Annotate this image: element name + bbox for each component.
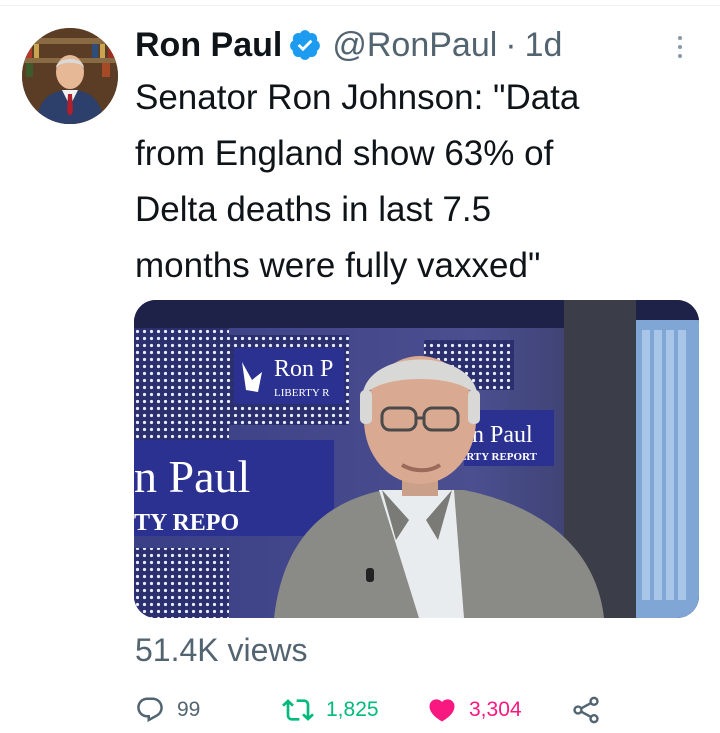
media-video-frame: Ron P LIBERTY R n Paul TY REPO n Paul ER… [134,300,699,618]
logo-subtext-right: ERTY REPORT [459,451,538,463]
retweet-count: 1,825 [326,698,379,721]
tweet-text-line: from England show 63% of [135,134,554,173]
logo-text-large: n Paul [134,451,250,502]
reply-icon [137,697,163,723]
action-bar: 99 1,825 3,304 [0,690,720,730]
like-button[interactable]: 3,304 [427,690,522,730]
timestamp[interactable]: 1d [525,26,563,65]
tweet-media-image[interactable]: Ron P LIBERTY R n Paul TY REPO n Paul ER… [134,300,699,618]
reply-button[interactable]: 99 [135,690,200,730]
logo-text-right: n Paul [472,422,533,448]
reply-count: 99 [177,698,201,721]
more-options-icon[interactable] [668,30,692,66]
display-name[interactable]: Ron Paul [135,26,282,65]
logo-subtext-small: LIBERTY R [274,387,330,399]
retweet-button[interactable]: 1,825 [282,690,379,730]
logo-subtext-large: TY REPO [134,510,239,536]
logo-text-small: Ron P [274,356,333,382]
handle[interactable]: @RonPaul [332,26,497,65]
share-button[interactable] [570,690,602,730]
tweet-text-line: Senator Ron Johnson: "Data [135,78,580,117]
avatar-image [22,28,118,124]
tweet-header: Ron Paul @RonPaul · 1d [135,24,562,66]
retweet-icon [282,699,314,721]
like-count: 3,304 [469,698,522,721]
heart-filled-icon [429,699,455,722]
tweet[interactable]: Ron Paul @RonPaul · 1d Senator Ron Johns… [0,0,720,733]
tweet-text-line: months were fully vaxxed" [135,246,541,285]
avatar[interactable] [22,28,118,124]
tweet-text: Senator Ron Johnson: "Data from England … [135,70,695,294]
share-icon [573,696,599,724]
verified-badge-icon [290,30,321,60]
views-count[interactable]: 51.4K views [135,632,308,669]
tweet-text-line: Delta deaths in last 7.5 [135,190,492,229]
separator-dot: · [505,25,517,64]
